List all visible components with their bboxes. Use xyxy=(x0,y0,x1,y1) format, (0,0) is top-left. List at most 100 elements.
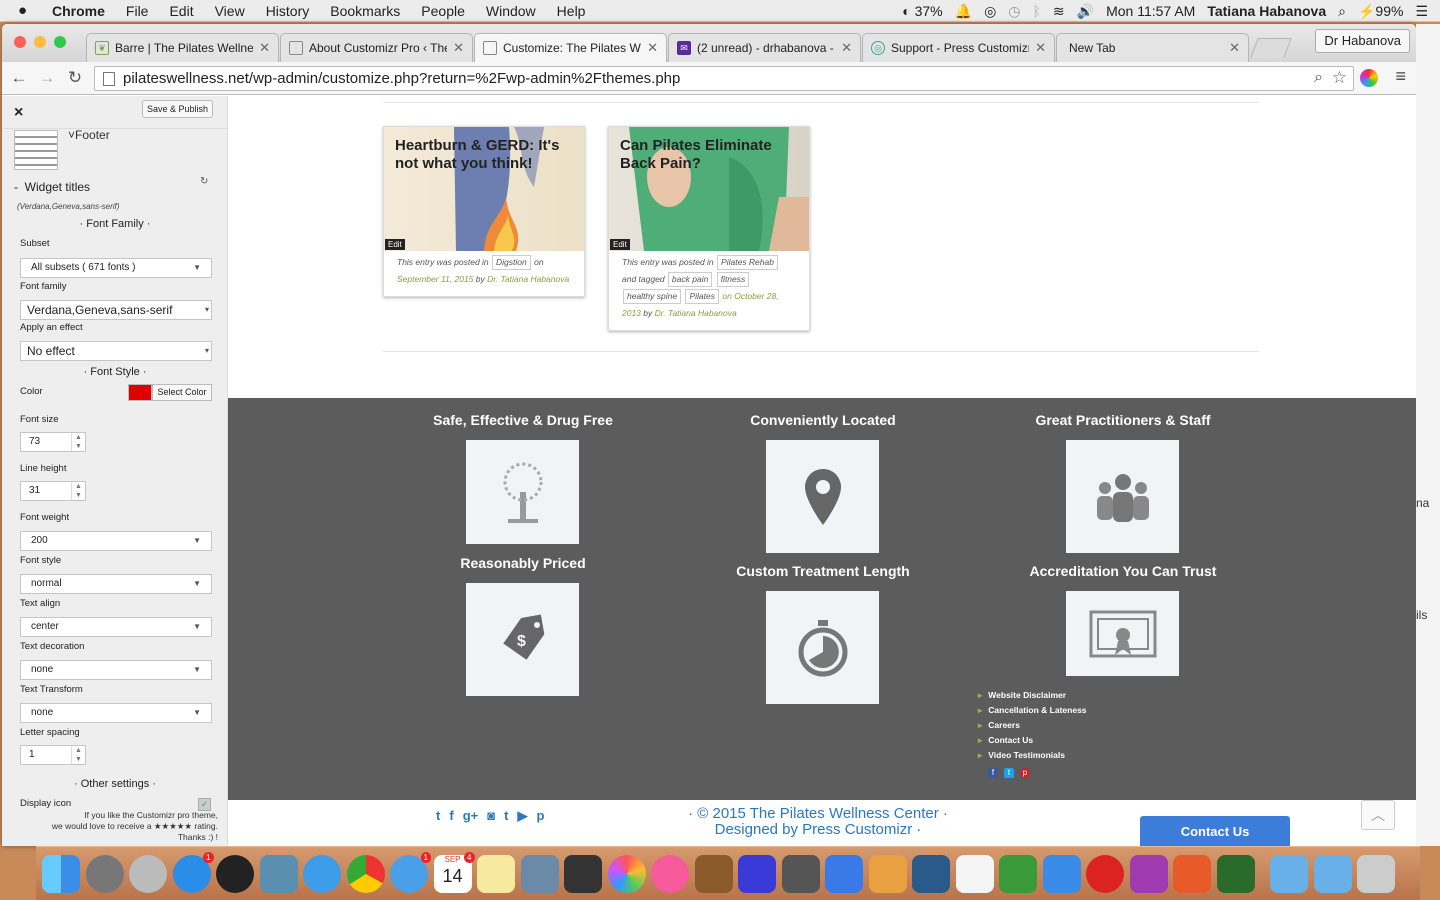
spotlight-search-icon[interactable]: ⌕ xyxy=(1338,3,1346,20)
close-icon[interactable]: × xyxy=(14,104,23,122)
tab-support[interactable]: ◎ Support - Press Customizr ✕ xyxy=(862,33,1055,62)
textedit-icon[interactable] xyxy=(955,854,994,893)
battery-status[interactable]: ⚡99% xyxy=(1358,3,1403,20)
preview-icon[interactable] xyxy=(259,854,298,893)
effect-select[interactable]: No effect ▾ xyxy=(20,341,212,361)
youtube-icon[interactable]: ▶ xyxy=(517,808,527,824)
color-wheel-extension-icon[interactable] xyxy=(1360,69,1378,87)
footer-layout-thumbnail[interactable] xyxy=(14,130,58,170)
back-arrow-icon[interactable]: ← xyxy=(8,68,30,88)
dropbox-icon[interactable] xyxy=(1042,854,1081,893)
author-link[interactable]: Dr. Tatiana Habanova xyxy=(487,274,569,284)
calendar-icon[interactable]: SEP 14 4 xyxy=(433,851,475,893)
close-tab-icon[interactable]: ✕ xyxy=(1035,40,1046,56)
close-tab-icon[interactable]: ✕ xyxy=(841,40,852,56)
post-card-heartburn[interactable]: Heartburn & GERD: It's not what you thin… xyxy=(383,126,585,297)
instagram-icon[interactable]: ◙ xyxy=(487,808,495,824)
footer-link[interactable]: ▸ Careers xyxy=(978,718,1087,733)
stepper-arrows-icon[interactable]: ▲ ▼ xyxy=(71,746,85,764)
tag-link[interactable]: back pain xyxy=(667,272,713,287)
reload-icon[interactable]: ↻ xyxy=(64,68,86,88)
tag-link[interactable]: healthy spine xyxy=(623,289,682,304)
text-decoration-select[interactable]: none ▼ xyxy=(20,660,212,680)
folder-icon[interactable] xyxy=(1270,854,1308,893)
post-thumbnail[interactable]: Heartburn & GERD: It's not what you thin… xyxy=(384,127,584,251)
chrome-icon[interactable] xyxy=(346,854,385,893)
page-info-icon[interactable] xyxy=(103,71,115,86)
tag-link[interactable]: Pilates xyxy=(685,289,719,304)
menubar-user[interactable]: Tatiana Habanova xyxy=(1207,3,1326,19)
menu-help[interactable]: Help xyxy=(557,3,586,19)
category-tag[interactable]: Digstion xyxy=(492,255,531,270)
photos-icon[interactable] xyxy=(607,854,646,893)
sync-icon[interactable]: ◎ xyxy=(984,3,996,20)
pinterest-icon[interactable]: p xyxy=(1020,768,1030,778)
footer-link[interactable]: ▸ Contact Us xyxy=(978,733,1087,748)
text-align-select[interactable]: center ▼ xyxy=(20,617,212,637)
safari-icon[interactable] xyxy=(303,854,341,893)
keynote-icon[interactable] xyxy=(825,854,863,893)
back-to-top-icon[interactable]: ︿ xyxy=(1361,800,1395,830)
finder-icon[interactable] xyxy=(42,854,80,893)
stepper-arrows-icon[interactable]: ▲ ▼ xyxy=(71,482,85,500)
tab-customize[interactable]: Customize: The Pilates Welln ✕ xyxy=(474,33,667,62)
new-tab-button[interactable] xyxy=(1250,38,1292,58)
numbers-icon[interactable] xyxy=(999,854,1037,893)
close-tab-icon[interactable]: ✕ xyxy=(259,40,270,56)
cleanup-app-icon[interactable] xyxy=(1173,854,1211,893)
contact-us-button[interactable]: Contact Us xyxy=(1140,816,1290,846)
subset-select[interactable]: All subsets ( 671 fonts ) ▼ xyxy=(20,258,212,278)
post-date-link[interactable]: September 11, 2015 xyxy=(397,274,473,284)
close-tab-icon[interactable]: ✕ xyxy=(1229,40,1240,56)
footer-section-toggle[interactable]: ˅Footer xyxy=(68,128,110,142)
font-size-stepper[interactable]: 73 ▲ ▼ xyxy=(20,432,86,452)
author-link[interactable]: Dr. Tatiana Habanova xyxy=(655,308,737,318)
line-height-stepper[interactable]: 31 ▲ ▼ xyxy=(20,481,86,501)
font-style-select[interactable]: normal ▼ xyxy=(20,574,212,594)
forward-arrow-icon[interactable]: → xyxy=(36,68,58,88)
menu-window[interactable]: Window xyxy=(486,3,536,19)
bluetooth-icon[interactable]: ᛒ xyxy=(1033,3,1041,19)
twitter-icon[interactable]: t xyxy=(1004,768,1014,778)
menu-app-name[interactable]: Chrome xyxy=(52,3,105,19)
notes-icon[interactable] xyxy=(477,854,515,893)
notification-center-icon[interactable]: ☰ xyxy=(1415,3,1428,20)
facebook-icon[interactable]: f xyxy=(988,768,998,778)
footer-link[interactable]: ▸ Video Testimonials xyxy=(978,748,1087,763)
imovie-icon[interactable] xyxy=(738,854,776,893)
launchpad-icon[interactable] xyxy=(129,854,167,893)
google-plus-icon[interactable]: g+ xyxy=(463,808,479,824)
menu-bookmarks[interactable]: Bookmarks xyxy=(330,3,400,19)
flashcard-app-icon[interactable] xyxy=(1086,854,1124,893)
photo-booth-icon[interactable] xyxy=(564,854,602,893)
widget-titles-heading[interactable]: - Widget titles xyxy=(14,180,90,194)
time-machine-icon[interactable]: ◷ xyxy=(1008,3,1020,20)
minimize-window-button[interactable] xyxy=(34,36,46,48)
close-tab-icon[interactable]: ✕ xyxy=(453,40,464,56)
post-title[interactable]: Can Pilates Eliminate Back Pain? xyxy=(620,137,799,173)
edit-button[interactable]: Edit xyxy=(385,239,405,250)
menu-edit[interactable]: Edit xyxy=(169,3,193,19)
menu-history[interactable]: History xyxy=(266,3,310,19)
garageband-icon[interactable] xyxy=(694,854,733,893)
pinterest-icon[interactable]: p xyxy=(536,808,544,824)
font-weight-select[interactable]: 200 ▼ xyxy=(20,531,212,551)
notification-bell-icon[interactable]: 🔔 xyxy=(955,3,972,20)
keyboard-app-icon[interactable] xyxy=(781,854,820,893)
menubar-clock[interactable]: Mon 11:57 AM xyxy=(1106,3,1195,19)
address-bar[interactable]: pilateswellness.net/wp-admin/customize.p… xyxy=(94,66,1354,91)
tag-link[interactable]: fitness xyxy=(716,272,750,287)
post-thumbnail[interactable]: Can Pilates Eliminate Back Pain? Edit xyxy=(609,127,809,251)
footer-link[interactable]: ▸ Website Disclaimer xyxy=(978,688,1087,703)
font-family-select[interactable]: Verdana,Geneva,sans-serif ▾ xyxy=(20,300,212,320)
profile-button[interactable]: Dr Habanova xyxy=(1315,29,1410,53)
credits-line[interactable]: Designed by Press Customizr · xyxy=(678,822,958,838)
memory-app-icon[interactable] xyxy=(1216,854,1255,893)
menu-people[interactable]: People xyxy=(421,3,465,19)
reset-icon[interactable]: ↻ xyxy=(200,176,208,187)
menu-view[interactable]: View xyxy=(215,3,245,19)
system-preferences-icon[interactable] xyxy=(85,854,124,893)
copyright-line[interactable]: · © 2015 The Pilates Wellness Center · xyxy=(678,806,958,822)
edit-button[interactable]: Edit xyxy=(610,239,630,250)
color-swatch[interactable] xyxy=(128,384,152,401)
